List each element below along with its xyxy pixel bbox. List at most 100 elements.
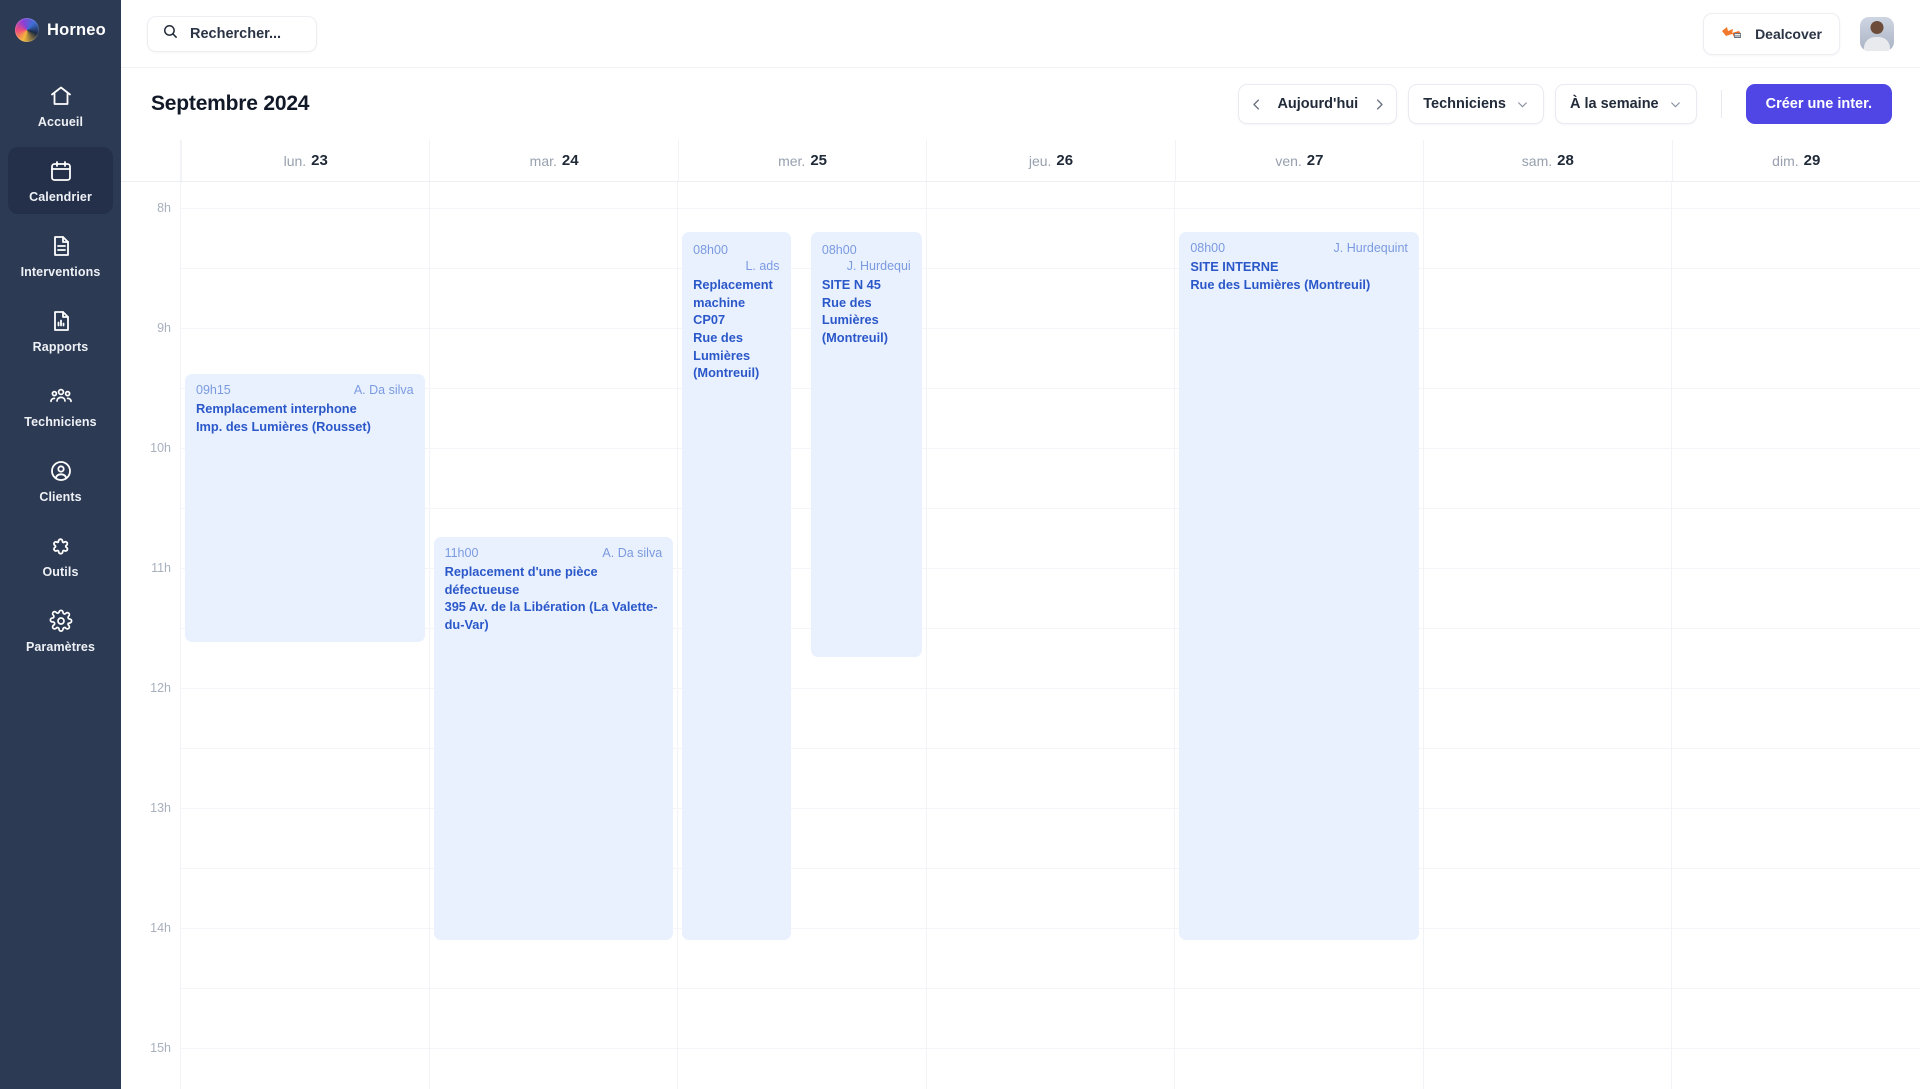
technicians-filter-select[interactable]: Techniciens: [1408, 84, 1544, 124]
brand[interactable]: Horneo: [15, 18, 106, 42]
sidebar-item-outils[interactable]: Outils: [8, 522, 113, 589]
prev-period-button[interactable]: [1239, 85, 1273, 123]
event-technician: A. Da silva: [602, 546, 663, 560]
next-period-button[interactable]: [1362, 85, 1396, 123]
create-intervention-button[interactable]: Créer une inter.: [1745, 84, 1892, 124]
sidebar-item-techniciens[interactable]: Techniciens: [8, 372, 113, 439]
day-column[interactable]: [1422, 182, 1672, 1089]
hour-gridlines: [1423, 182, 1672, 1089]
event-title: Remplacement interphone: [196, 401, 357, 416]
sidebar-item-label: Outils: [42, 565, 79, 579]
sidebar-item-parametres[interactable]: Paramètres: [8, 597, 113, 664]
avatar[interactable]: [1860, 16, 1894, 51]
calendar-icon: [49, 159, 73, 183]
today-button[interactable]: Aujourd'hui: [1273, 96, 1362, 112]
user-circle-icon: [49, 459, 73, 483]
day-header: dim. 29: [1671, 140, 1920, 181]
document-icon: [49, 234, 73, 258]
day-column[interactable]: 08h00 L. ads Replacement machine CP07 Rue d…: [677, 182, 926, 1089]
day-column[interactable]: 11h00 A. Da silva Replacement d'une pièce …: [428, 182, 678, 1089]
hour-label: 12h: [150, 681, 171, 695]
event-address: 395 Av. de la Libération (La Valette-du-…: [444, 599, 658, 632]
day-number: 27: [1306, 152, 1324, 169]
time-gutter: 8h 9h 10h 11h 12h 13h 14h 15h: [121, 182, 181, 1089]
event-time: 11h00: [444, 546, 479, 560]
event-technician: L. ads: [745, 259, 780, 273]
day-columns: 09h15 A. Da silva Remplacement interphone I…: [181, 182, 1920, 1089]
view-mode-select[interactable]: À la semaine: [1554, 84, 1697, 124]
day-number: 26: [1056, 152, 1074, 169]
day-number: 24: [561, 152, 579, 169]
event-address: Imp. des Lumières (Rousset): [196, 418, 371, 434]
gear-icon: [49, 609, 73, 633]
sidebar-item-interventions[interactable]: Interventions: [8, 222, 113, 289]
time-gutter-header: [121, 140, 181, 181]
calendar-event[interactable]: 08h00 J. Hurdequint SITE INTERNE Rue des Lu…: [1179, 232, 1419, 940]
dealcover-label: Dealcover: [1755, 25, 1822, 42]
hour-label: 11h: [151, 561, 171, 575]
app-root: Horneo Accueil Calendrier Interventions …: [0, 0, 1920, 1089]
sidebar-item-label: Interventions: [20, 265, 101, 279]
day-of-week: dim.: [1772, 152, 1799, 169]
day-number: 29: [1803, 152, 1821, 169]
technicians-filter-label: Techniciens: [1423, 96, 1506, 112]
calendar-grid[interactable]: 8h 9h 10h 11h 12h 13h 14h 15h 09h15 A. Da silva R…: [121, 182, 1920, 1089]
sidebar-item-clients[interactable]: Clients: [8, 447, 113, 514]
puzzle-icon: [49, 534, 73, 558]
day-of-week: mar.: [529, 152, 557, 169]
day-number: 28: [1557, 152, 1574, 169]
day-header-row: lun. 23 mar. 24 mer. 25 jeu. 26 ven. 27 …: [121, 140, 1920, 182]
hour-gridlines: [926, 182, 1175, 1089]
day-number: 25: [810, 152, 828, 169]
hour-label: 9h: [157, 321, 171, 335]
event-technician: J. Hurdequint: [1333, 241, 1408, 255]
sidebar-item-accueil[interactable]: Accueil: [8, 72, 113, 139]
day-number: 23: [311, 152, 328, 169]
day-column[interactable]: 09h15 A. Da silva Remplacement interphone I…: [181, 182, 429, 1089]
top-bar: Rechercher... Dealcover: [121, 0, 1920, 68]
hour-label: 13h: [150, 801, 171, 815]
sidebar-item-label: Calendrier: [29, 190, 92, 204]
event-time: 08h00: [821, 243, 857, 257]
chevron-down-icon: [1669, 98, 1682, 111]
sidebar-item-calendrier[interactable]: Calendrier: [8, 147, 113, 214]
calendar-event[interactable]: 08h00 J. Hurdequi SITE N 45 Rue des Lumière…: [810, 232, 922, 657]
search-placeholder: Rechercher...: [190, 25, 282, 42]
hour-label: 8h: [157, 201, 171, 215]
sidebar-item-label: Paramètres: [25, 640, 96, 654]
event-title: Replacement d'une pièce défectueuse: [444, 564, 598, 597]
users-group-icon: [49, 384, 73, 408]
calendar-event[interactable]: 09h15 A. Da silva Remplacement interphone I…: [185, 374, 425, 642]
main-area: Rechercher... Dealcover Septembre 2024 A…: [121, 0, 1920, 1089]
search-icon: [162, 23, 179, 45]
search-input[interactable]: Rechercher...: [147, 15, 317, 52]
sidebar-item-rapports[interactable]: Rapports: [8, 297, 113, 364]
toolbar-controls: Aujourd'hui Techniciens À la semaine Cré…: [1238, 84, 1892, 124]
day-header: jeu. 26: [926, 140, 1174, 181]
chevron-down-icon: [1516, 98, 1529, 111]
day-column[interactable]: [1671, 182, 1920, 1089]
day-column[interactable]: [925, 182, 1175, 1089]
event-title: SITE N 45: [821, 277, 881, 292]
event-address: Rue des Lumières (Montreuil): [1190, 276, 1371, 292]
sidebar-item-label: Rapports: [32, 340, 89, 354]
sidebar-item-label: Clients: [39, 490, 82, 504]
day-of-week: jeu.: [1028, 152, 1052, 169]
calendar-event[interactable]: 08h00 L. ads Replacement machine CP07 Rue d…: [682, 232, 791, 940]
date-nav-group: Aujourd'hui: [1238, 84, 1398, 124]
sidebar-nav: Accueil Calendrier Interventions Rapport…: [0, 72, 121, 672]
sidebar: Horneo Accueil Calendrier Interventions …: [0, 0, 121, 1089]
day-column[interactable]: 08h00 J. Hurdequint SITE INTERNE Rue des Lu…: [1174, 182, 1423, 1089]
horneo-orb-icon: [15, 18, 40, 42]
day-header: mer. 25: [677, 140, 926, 181]
calendar-event[interactable]: 11h00 A. Da silva Replacement d'une pièce …: [433, 537, 674, 940]
event-title: SITE INTERNE: [1190, 259, 1279, 274]
event-title: Replacement machine CP07: [693, 277, 773, 328]
event-technician: J. Hurdequi: [846, 259, 911, 273]
day-of-week: sam.: [1521, 152, 1553, 169]
event-technician: A. Da silva: [353, 383, 414, 397]
dealcover-button[interactable]: Dealcover: [1703, 12, 1840, 55]
event-address: Rue des Lumières (Montreuil): [821, 294, 888, 345]
sidebar-item-label: Techniciens: [24, 415, 97, 429]
hour-label: 10h: [150, 441, 171, 455]
